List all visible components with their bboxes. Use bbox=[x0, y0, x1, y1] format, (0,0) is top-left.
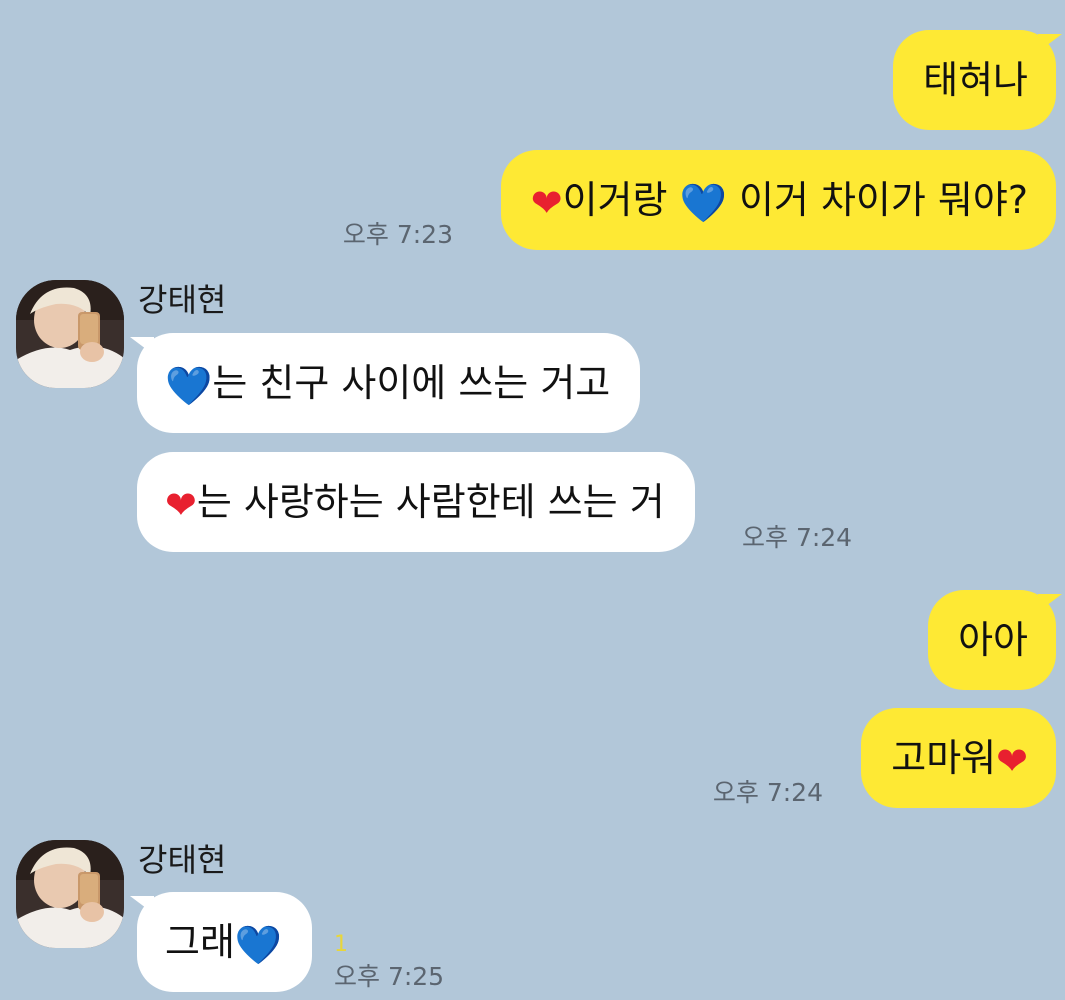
message-text: 그래 bbox=[165, 920, 235, 964]
avatar-photo bbox=[16, 280, 124, 388]
avatar-photo bbox=[16, 840, 124, 948]
my-message-bubble[interactable]: 고마워❤ bbox=[861, 708, 1056, 808]
sender-avatar[interactable] bbox=[16, 840, 124, 948]
bubble-tail bbox=[130, 896, 154, 914]
red-heart-icon: ❤ bbox=[165, 483, 197, 527]
chat-screen: { "colors": { "background": "#b2c7d9", "… bbox=[0, 0, 1065, 1000]
red-heart-icon: ❤ bbox=[996, 739, 1028, 783]
red-heart-icon: ❤ bbox=[530, 181, 563, 225]
unread-count: 1 bbox=[334, 932, 348, 957]
message-text: 고마워 bbox=[891, 736, 997, 780]
message-text: 이거 차이가 뭐야? bbox=[726, 178, 1028, 222]
message-text: 는 사랑하는 사람한테 쓰는 거 bbox=[196, 480, 665, 524]
sender-avatar[interactable] bbox=[16, 280, 124, 388]
blue-heart-icon: 💙 bbox=[234, 923, 283, 967]
message-text: 는 친구 사이에 쓰는 거고 bbox=[212, 361, 611, 405]
blue-heart-icon: 💙 bbox=[679, 181, 727, 225]
message-text: 태혀나 bbox=[923, 58, 1028, 102]
blue-heart-icon: 💙 bbox=[165, 364, 213, 408]
message-timestamp: 오후 7:24 bbox=[742, 523, 853, 552]
my-message-bubble[interactable]: ❤이거랑 💙 이거 차이가 뭐야? bbox=[500, 150, 1056, 250]
message-timestamp: 오후 7:25 bbox=[334, 962, 445, 991]
my-message-bubble[interactable]: 아아 bbox=[928, 590, 1056, 690]
their-message-bubble[interactable]: ❤는 사랑하는 사람한테 쓰는 거 bbox=[137, 452, 695, 552]
bubble-tail bbox=[1038, 34, 1062, 52]
bubble-tail bbox=[1038, 594, 1062, 612]
sender-name: 강태현 bbox=[138, 281, 227, 319]
message-timestamp: 오후 7:24 bbox=[712, 778, 823, 807]
their-message-bubble[interactable]: 💙는 친구 사이에 쓰는 거고 bbox=[137, 333, 641, 433]
their-message-bubble[interactable]: 그래💙 bbox=[137, 892, 313, 992]
message-timestamp: 오후 7:23 bbox=[342, 220, 453, 249]
message-text: 이거랑 bbox=[562, 178, 680, 222]
bubble-tail bbox=[130, 337, 154, 355]
message-text: 아아 bbox=[958, 618, 1028, 662]
my-message-bubble[interactable]: 태혀나 bbox=[893, 30, 1056, 130]
sender-name: 강태현 bbox=[138, 841, 227, 879]
